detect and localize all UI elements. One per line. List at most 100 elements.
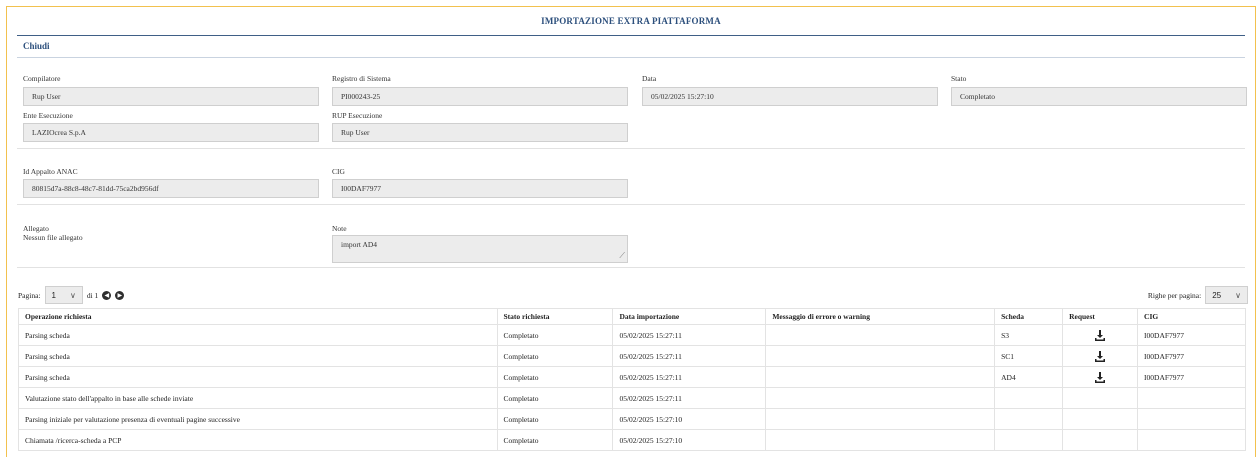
ente-field[interactable]: LAZIOcrea S.p.A (23, 123, 319, 142)
rup-label: RUP Esecuzione (332, 111, 383, 120)
cell-operazione: Valutazione stato dell'appalto in base a… (18, 387, 498, 409)
close-divider (17, 57, 1245, 58)
cell-messaggio (765, 345, 996, 367)
chevron-down-icon: ∨ (69, 290, 76, 300)
cell-stato: Completato (496, 324, 614, 346)
cell-cig (1137, 387, 1246, 409)
page-title: IMPORTAZIONE EXTRA PIATTAFORMA (541, 16, 721, 26)
chevron-down-icon: ∨ (1235, 290, 1241, 300)
col-header-cig[interactable]: CIG (1137, 308, 1246, 325)
page-label: Pagina: (18, 290, 41, 300)
registro-label: Registro di Sistema (332, 74, 391, 83)
table-row: Parsing iniziale per valutazione presenz… (18, 408, 1246, 430)
compilatore-field[interactable]: Rup User (23, 87, 319, 106)
cell-messaggio (765, 387, 996, 409)
stato-label: Stato (951, 74, 967, 83)
cig-field[interactable]: I00DAF7977 (332, 179, 628, 198)
cell-request (1062, 366, 1139, 388)
rows-per-page-select[interactable]: 25 ∨ (1205, 286, 1248, 304)
cell-request (1062, 345, 1139, 367)
cell-operazione: Parsing scheda (18, 324, 498, 346)
cell-operazione: Chiamata /ricerca-scheda a PCP (18, 429, 498, 451)
table-row: Parsing scheda Completato 05/02/2025 15:… (18, 366, 1246, 388)
download-icon[interactable] (1094, 350, 1106, 362)
table-row: Valutazione stato dell'appalto in base a… (18, 387, 1246, 409)
page-select-value: 1 (51, 290, 56, 300)
note-text: import AD4 (341, 240, 378, 249)
title-divider (17, 35, 1245, 36)
table-row: Parsing scheda Completato 05/02/2025 15:… (18, 324, 1246, 346)
cell-scheda (994, 429, 1064, 451)
cell-data: 05/02/2025 15:27:11 (612, 324, 767, 346)
cell-data: 05/02/2025 15:27:11 (612, 387, 767, 409)
table-row: Parsing scheda Completato 05/02/2025 15:… (18, 345, 1246, 367)
cell-stato: Completato (496, 366, 614, 388)
cell-cig: I00DAF7977 (1137, 345, 1246, 367)
cig-label: CIG (332, 167, 345, 176)
table-row: Chiamata /ricerca-scheda a PCP Completat… (18, 429, 1246, 451)
cell-scheda: SC1 (994, 345, 1064, 367)
close-button[interactable]: Chiudi (23, 41, 50, 51)
cell-scheda (994, 408, 1064, 430)
section-divider (17, 267, 1245, 268)
cell-stato: Completato (496, 345, 614, 367)
pagination-left: Pagina: 1 ∨ di 1 ◀ ▶ (18, 286, 125, 304)
cell-request (1062, 387, 1139, 409)
allegato-value: Nessun file allegato (23, 233, 83, 242)
cell-scheda (994, 387, 1064, 409)
data-field[interactable]: 05/02/2025 15:27:10 (642, 87, 938, 106)
cell-scheda: AD4 (994, 366, 1064, 388)
cell-messaggio (765, 408, 996, 430)
cell-operazione: Parsing scheda (18, 345, 498, 367)
cell-request (1062, 429, 1139, 451)
id-appalto-field[interactable]: 80815d7a-88c8-48c7-81dd-75ca2bd956df (23, 179, 319, 198)
compilatore-label: Compilatore (23, 74, 61, 83)
pagination-right: Righe per pagina: 25 ∨ (1148, 286, 1248, 304)
download-icon[interactable] (1094, 329, 1106, 341)
cell-stato: Completato (496, 429, 614, 451)
cell-request (1062, 324, 1139, 346)
col-header-messaggio[interactable]: Messaggio di errore o warning (765, 308, 996, 325)
col-header-request[interactable]: Request (1062, 308, 1139, 325)
cell-data: 05/02/2025 15:27:10 (612, 408, 767, 430)
cell-stato: Completato (496, 408, 614, 430)
cell-operazione: Parsing scheda (18, 366, 498, 388)
cell-request (1062, 408, 1139, 430)
download-icon[interactable] (1094, 371, 1106, 383)
col-header-stato[interactable]: Stato richiesta (496, 308, 614, 325)
cell-cig (1137, 408, 1246, 430)
note-textarea[interactable]: import AD4 ⟋ (332, 235, 628, 263)
table-header-row: Operazione richiesta Stato richiesta Dat… (18, 308, 1246, 325)
col-header-scheda[interactable]: Scheda (994, 308, 1064, 325)
stato-field[interactable]: Completato (951, 87, 1247, 106)
data-label: Data (642, 74, 657, 83)
cell-cig: I00DAF7977 (1137, 366, 1246, 388)
rup-field[interactable]: Rup User (332, 123, 628, 142)
rows-per-page-label: Righe per pagina: (1147, 290, 1202, 300)
cell-cig (1137, 429, 1246, 451)
cell-stato: Completato (496, 387, 614, 409)
cell-messaggio (765, 429, 996, 451)
cell-cig: I00DAF7977 (1137, 324, 1246, 346)
cell-data: 05/02/2025 15:27:10 (612, 429, 767, 451)
allegato-label: Allegato (23, 224, 49, 233)
id-appalto-label: Id Appalto ANAC (23, 167, 78, 176)
registro-field[interactable]: PI000243-25 (332, 87, 628, 106)
section-divider (17, 204, 1245, 205)
next-page-icon[interactable]: ▶ (115, 290, 125, 300)
ente-label: Ente Esecuzione (23, 111, 73, 120)
page-select[interactable]: 1 ∨ (44, 286, 83, 304)
note-label: Note (332, 224, 347, 233)
col-header-operazione[interactable]: Operazione richiesta (18, 308, 498, 325)
resize-handle-icon[interactable]: ⟋ (619, 251, 625, 261)
cell-operazione: Parsing iniziale per valutazione presenz… (18, 408, 498, 430)
cell-scheda: S3 (994, 324, 1064, 346)
col-header-data[interactable]: Data importazione (612, 308, 767, 325)
prev-page-icon[interactable]: ◀ (102, 290, 112, 300)
cell-messaggio (765, 366, 996, 388)
operations-table: Operazione richiesta Stato richiesta Dat… (18, 308, 1246, 451)
section-divider (17, 148, 1245, 149)
cell-data: 05/02/2025 15:27:11 (612, 345, 767, 367)
rows-per-page-value: 25 (1212, 290, 1222, 300)
cell-data: 05/02/2025 15:27:11 (612, 366, 767, 388)
